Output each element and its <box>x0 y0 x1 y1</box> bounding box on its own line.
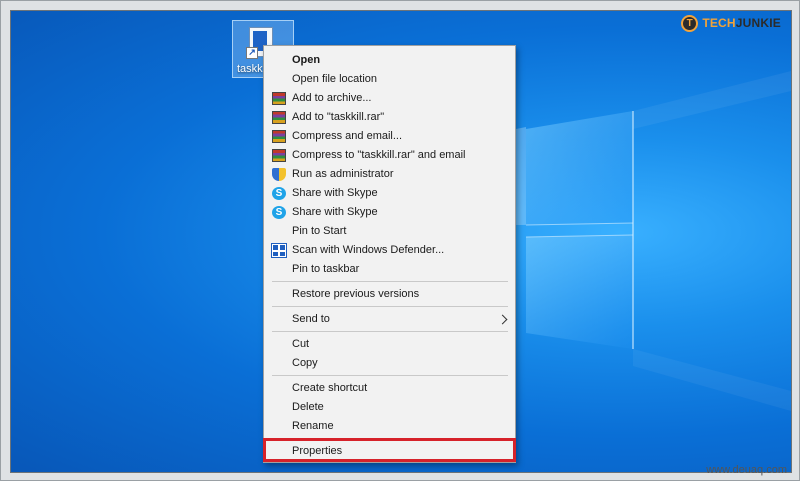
menu-separator <box>272 281 508 282</box>
brand-text-junkie: JUNKIE <box>735 16 781 30</box>
techjunkie-logo: T TECH JUNKIE <box>681 14 781 32</box>
menu-item-send-to[interactable]: Send to <box>264 310 515 329</box>
menu-item-scan-defender[interactable]: Scan with Windows Defender... <box>264 241 515 260</box>
skype-icon: S <box>272 187 286 200</box>
menu-item-compress-rar-email[interactable]: Compress to "taskkill.rar" and email <box>264 146 515 165</box>
menu-item-cut[interactable]: Cut <box>264 335 515 354</box>
winrar-icon <box>272 149 286 162</box>
menu-item-share-skype-2[interactable]: S Share with Skype <box>264 203 515 222</box>
menu-item-add-to-rar[interactable]: Add to "taskkill.rar" <box>264 108 515 127</box>
context-menu: Open Open file location Add to archive..… <box>263 45 516 463</box>
menu-item-rename[interactable]: Rename <box>264 417 515 436</box>
menu-item-pin-to-taskbar[interactable]: Pin to taskbar <box>264 260 515 279</box>
menu-item-copy[interactable]: Copy <box>264 354 515 373</box>
brand-text-tech: TECH <box>702 16 736 30</box>
techjunkie-mark-icon: T <box>681 14 699 32</box>
menu-separator <box>272 438 508 439</box>
menu-item-create-shortcut[interactable]: Create shortcut <box>264 379 515 398</box>
skype-icon: S <box>272 206 286 219</box>
menu-item-pin-to-start[interactable]: Pin to Start <box>264 222 515 241</box>
windows-defender-icon <box>271 243 287 258</box>
menu-item-run-as-administrator[interactable]: Run as administrator <box>264 165 515 184</box>
winrar-icon <box>272 111 286 124</box>
screenshot-frame: T TECH JUNKIE ↗ taskk Open Open file loca… <box>0 0 800 481</box>
menu-item-add-to-archive[interactable]: Add to archive... <box>264 89 515 108</box>
shortcut-arrow-icon: ↗ <box>246 47 258 59</box>
uac-shield-icon <box>272 168 286 181</box>
watermark-text: www.deuaq.com <box>706 464 787 476</box>
menu-separator <box>272 375 508 376</box>
menu-item-open[interactable]: Open <box>264 51 515 70</box>
menu-item-properties[interactable]: Properties <box>264 442 515 461</box>
chevron-right-icon <box>497 314 508 325</box>
menu-item-open-file-location[interactable]: Open file location <box>264 70 515 89</box>
menu-item-compress-and-email[interactable]: Compress and email... <box>264 127 515 146</box>
menu-item-share-skype-1[interactable]: S Share with Skype <box>264 184 515 203</box>
winrar-icon <box>272 92 286 105</box>
menu-separator <box>272 331 508 332</box>
winrar-icon <box>272 130 286 143</box>
menu-item-delete[interactable]: Delete <box>264 398 515 417</box>
menu-separator <box>272 306 508 307</box>
menu-item-restore-previous-versions[interactable]: Restore previous versions <box>264 285 515 304</box>
